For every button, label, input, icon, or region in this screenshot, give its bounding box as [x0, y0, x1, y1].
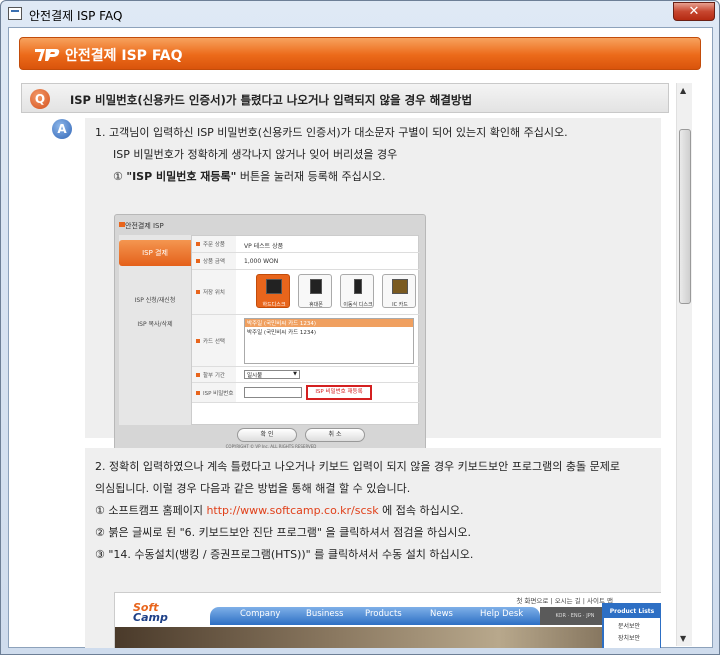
isp-row-card: 카드 선택 박주일 (국민비씨 카드 1234) 박주일 (국민비씨 카드 123…: [192, 315, 420, 367]
isp-product-value: VP 테스트 상품: [244, 243, 284, 250]
isp-form: 주문 상품 VP 테스트 상품 상품 금액 1,000 WON 저장 위치 하드디스…: [191, 235, 420, 425]
softcamp-nav: Company Business Products News Help Desk: [210, 607, 540, 625]
answer-icon: A: [52, 119, 72, 139]
isp-password-label: ISP 비밀번호: [192, 383, 236, 402]
app-icon: [8, 7, 22, 20]
isp-confirm-button: 확 인: [237, 428, 297, 442]
vp-logo-icon: [35, 49, 60, 61]
softcamp-logo: Soft Camp: [133, 602, 168, 624]
isp-row-installment: 할부 기간 일시불 ▼: [192, 367, 420, 383]
softcamp-nav-helpdesk: Help Desk: [480, 609, 524, 619]
faq-header: 안전결제 ISP FAQ: [19, 37, 701, 70]
phone-device-screen: [310, 279, 322, 294]
answer2-line5: ③ "14. 수동설치(뱅킹 / 증권프로그램(HTS))" 를 클릭하셔서 수…: [95, 548, 474, 561]
hdd-device-label: 하드디스크: [262, 302, 286, 308]
isp-cancel-button: 취 소: [305, 428, 365, 442]
isp-row-password: ISP 비밀번호 ISP 비밀번호 재등록: [192, 383, 420, 403]
isp-storage-label: 저장 위치: [192, 270, 236, 314]
ic-card-device-label: IC 카드: [392, 302, 408, 308]
softcamp-nav-news: News: [430, 609, 453, 619]
isp-row-amount: 상품 금액 1,000 WON: [192, 253, 420, 270]
ic-card-device-screen: [392, 279, 408, 294]
answer2-line1: 2. 정확히 입력하였으나 계속 틀렸다고 나오거나 키보드 입력이 되지 않을…: [95, 460, 620, 473]
softcamp-banner: [115, 627, 661, 648]
usb-device-screen: [354, 279, 362, 294]
answer1-line3-rest: 버튼을 눌러재 등록해 주십시오.: [236, 170, 386, 183]
isp-menu-copy: ISP 복사/삭제: [137, 321, 173, 328]
chevron-down-icon: ▼: [293, 371, 297, 377]
softcamp-product-lists: Product Lists 문서보안 장치보안: [602, 603, 661, 648]
isp-password-field: [244, 387, 302, 398]
isp-card-list: 박주일 (국민비씨 카드 1234) 박주일 (국민비씨 카드 1234): [244, 318, 414, 364]
phone-device-label: 휴대폰: [309, 302, 323, 308]
isp-title: 안전결제 ISP: [125, 222, 164, 230]
title-bar: 안전결제 ISP FAQ ✕: [1, 1, 719, 27]
content-area: 안전결제 ISP FAQ Q ISP 비밀번호(신용카드 인증서)가 틀렸다고 …: [8, 27, 713, 648]
vertical-scrollbar[interactable]: ▲ ▼: [676, 83, 692, 646]
answer1-line2: ISP 비밀번호가 정확하게 생각나지 않거나 잊어 버리셨을 경우: [113, 148, 398, 161]
close-button[interactable]: ✕: [673, 2, 715, 21]
answer1-line3: ① "ISP 비밀번호 재등록" 버튼을 눌러재 등록해 주십시오.: [113, 168, 385, 184]
isp-row-product: 주문 상품 VP 테스트 상품: [192, 236, 420, 253]
isp-installment-value: 일시불: [247, 373, 263, 379]
isp-menu-apply: ISP 신청/재신청: [134, 297, 176, 304]
softcamp-product-item: 장치보안: [618, 635, 641, 642]
isp-row-storage: 저장 위치 하드디스크 휴대폰 이동식 디스크 IC 카드: [192, 270, 420, 315]
scrollbar-thumb[interactable]: [679, 129, 691, 304]
softcamp-product-lists-title: Product Lists: [604, 605, 660, 618]
isp-amount-label: 상품 금액: [192, 253, 236, 269]
hdd-device-icon: 하드디스크: [256, 274, 290, 308]
window: 안전결제 ISP FAQ ✕ 안전결제 ISP FAQ Q ISP 비밀번호(신…: [0, 0, 720, 655]
isp-reregister-button: ISP 비밀번호 재등록: [306, 385, 372, 400]
scroll-down-arrow-icon[interactable]: ▼: [680, 634, 686, 643]
hdd-device-screen: [266, 279, 282, 294]
answer2-line4: ② 붉은 글씨로 된 "6. 키보드보안 진단 프로그램" 을 클릭하셔서 점검…: [95, 526, 472, 539]
faq-header-title: 안전결제 ISP FAQ: [65, 48, 183, 64]
answer1-line1: 1. 고객님이 입력하신 ISP 비밀번호(신용카드 인증서)가 대소문자 구별…: [95, 126, 568, 139]
usb-device-label: 이동식 디스크: [343, 302, 373, 308]
softcamp-screenshot: 첫 화면으로 | 오시는 길 | 사이트 맵 Soft Camp Company …: [114, 592, 661, 648]
softcamp-top-links: 첫 화면으로 | 오시는 길 | 사이트 맵: [516, 597, 613, 605]
answer2-line2: 의심됩니다. 이럴 경우 다음과 같은 방법을 통해 해결 할 수 있습니다.: [95, 482, 411, 495]
softcamp-nav-business: Business: [306, 609, 344, 619]
isp-tab-payment: ISP 결제: [119, 240, 191, 266]
softcamp-nav-company: Company: [240, 609, 281, 619]
answer-block-2: 2. 정확히 입력하였으나 계속 틀렸다고 나오거나 키보드 입력이 되지 않을…: [85, 448, 661, 648]
window-title: 안전결제 ISP FAQ: [29, 9, 123, 23]
answer1-line3-bold: "ISP 비밀번호 재등록": [126, 170, 237, 183]
softcamp-nav-products: Products: [365, 609, 402, 619]
isp-card-label: 카드 선택: [192, 315, 236, 366]
isp-installment-select: 일시불 ▼: [244, 370, 300, 379]
isp-amount-value: 1,000 WON: [244, 258, 279, 265]
answer2-line3-prefix: ① 소프트캠프 홈페이지: [95, 504, 207, 517]
answer2-line3-rest: 에 접속 하십시오.: [378, 504, 464, 517]
answer2-line3: ① 소프트캠프 홈페이지 http://www.softcamp.co.kr/s…: [95, 502, 463, 518]
softcamp-lang: KOR · ENG · JPN: [540, 607, 610, 625]
usb-device-icon: 이동식 디스크: [340, 274, 374, 308]
isp-installment-label: 할부 기간: [192, 367, 236, 382]
softcamp-link[interactable]: http://www.softcamp.co.kr/scsk: [206, 504, 378, 517]
question-text: ISP 비밀번호(신용카드 인증서)가 틀렸다고 나오거나 입력되지 않을 경우…: [70, 93, 473, 107]
answer-block-1: 1. 고객님이 입력하신 ISP 비밀번호(신용카드 인증서)가 대소문자 구별…: [85, 118, 661, 451]
softcamp-logo-bottom: Camp: [133, 611, 168, 624]
answer1-line3-prefix: ①: [113, 170, 127, 183]
isp-card-option: 박주일 (국민비씨 카드 1234): [247, 330, 317, 336]
isp-screenshot: 안전결제 ISP ISP 결제 ISP 신청/재신청 ISP 복사/삭제 주문 …: [114, 214, 426, 451]
ic-card-device-icon: IC 카드: [382, 274, 416, 308]
softcamp-product-item: 문서보안: [618, 623, 641, 630]
isp-product-label: 주문 상품: [192, 236, 236, 252]
question-bar: Q ISP 비밀번호(신용카드 인증서)가 틀렸다고 나오거나 입력되지 않을 …: [21, 83, 669, 113]
question-icon: Q: [30, 89, 50, 109]
scroll-up-arrow-icon[interactable]: ▲: [680, 86, 686, 95]
isp-card-selected: 박주일 (국민비씨 카드 1234): [245, 319, 413, 327]
phone-device-icon: 휴대폰: [298, 274, 332, 308]
